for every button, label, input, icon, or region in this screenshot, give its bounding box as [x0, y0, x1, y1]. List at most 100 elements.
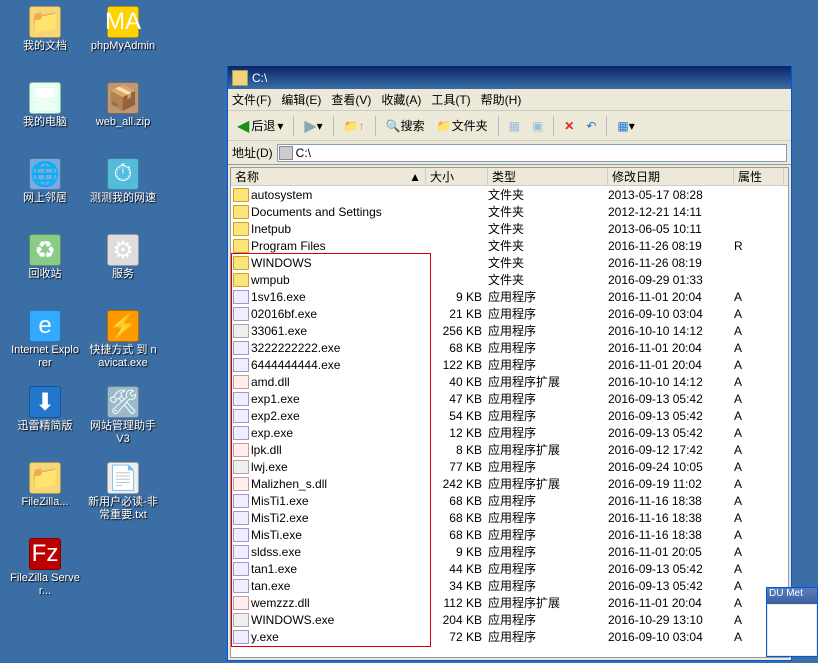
- address-bar: 地址(D): [228, 141, 791, 165]
- folder-icon: [233, 273, 249, 287]
- toolbar: ◀ 后退 ▾ ▶ ▾ 📁↑ 🔍 搜索 📁 文件夹 ▦: [228, 111, 791, 141]
- file-type: 应用程序: [488, 322, 608, 339]
- table-row[interactable]: 02016bf.exe21 KB应用程序2016-09-10 03:04A: [231, 305, 788, 322]
- file-type: 文件夹: [488, 186, 608, 203]
- delete-icon: ✕: [564, 119, 574, 133]
- table-row[interactable]: Inetpub文件夹2013-06-05 10:11: [231, 220, 788, 237]
- table-row[interactable]: MisTi2.exe68 KB应用程序2016-11-16 18:38A: [231, 509, 788, 526]
- col-date[interactable]: 修改日期: [608, 168, 734, 185]
- menu-item[interactable]: 收藏(A): [381, 91, 421, 108]
- table-row[interactable]: 3222222222.exe68 KB应用程序2016-11-01 20:04A: [231, 339, 788, 356]
- table-row[interactable]: Malizhen_s.dll242 KB应用程序扩展2016-09-19 11:…: [231, 475, 788, 492]
- folders-button[interactable]: 📁 文件夹: [432, 115, 493, 137]
- file-name: 3222222222.exe: [251, 341, 340, 355]
- file-size: 112 KB: [426, 596, 488, 610]
- table-row[interactable]: tan1.exe44 KB应用程序2016-09-13 05:42A: [231, 560, 788, 577]
- desktop-icon[interactable]: eInternet Explorer: [10, 310, 80, 370]
- file-date: 2016-11-16 18:38: [608, 528, 734, 542]
- table-row[interactable]: sldss.exe9 KB应用程序2016-11-01 20:05A: [231, 543, 788, 560]
- desktop-icon[interactable]: ⚡快捷方式 到 navicat.exe: [88, 310, 158, 370]
- table-row[interactable]: exp.exe12 KB应用程序2016-09-13 05:42A: [231, 424, 788, 441]
- table-row[interactable]: wemzzz.dll112 KB应用程序扩展2016-11-01 20:04A: [231, 594, 788, 611]
- file-type: 应用程序扩展: [488, 475, 608, 492]
- desktop-icon[interactable]: FzFileZilla Server...: [10, 538, 80, 598]
- col-attr[interactable]: 属性: [734, 168, 784, 185]
- desktop-icon[interactable]: MAphpMyAdmin: [88, 6, 158, 53]
- file-date: 2016-09-19 11:02: [608, 477, 734, 491]
- desktop-icon[interactable]: 🌐网上邻居: [10, 158, 80, 205]
- file-type: 应用程序扩展: [488, 441, 608, 458]
- menu-item[interactable]: 查看(V): [331, 91, 371, 108]
- copy-button[interactable]: ▣: [527, 115, 548, 137]
- file-type: 应用程序: [488, 288, 608, 305]
- move-button[interactable]: ▦: [504, 115, 525, 137]
- forward-button[interactable]: ▶ ▾: [299, 115, 327, 137]
- table-row[interactable]: Documents and Settings文件夹2012-12-21 14:1…: [231, 203, 788, 220]
- desktop-icon[interactable]: 📦web_all.zip: [88, 82, 158, 129]
- table-row[interactable]: tan.exe34 KB应用程序2016-09-13 05:42A: [231, 577, 788, 594]
- menu-item[interactable]: 工具(T): [431, 91, 470, 108]
- table-row[interactable]: amd.dll40 KB应用程序扩展2016-10-10 14:12A: [231, 373, 788, 390]
- table-row[interactable]: 6444444444.exe122 KB应用程序2016-11-01 20:04…: [231, 356, 788, 373]
- file-attr: A: [734, 324, 784, 338]
- views-button[interactable]: ▦ ▾: [612, 115, 639, 137]
- file-attr: A: [734, 358, 784, 372]
- back-button[interactable]: ◀ 后退 ▾: [232, 115, 288, 137]
- du-meter-window[interactable]: DU Met: [766, 587, 818, 657]
- table-row[interactable]: Program Files文件夹2016-11-26 08:19R: [231, 237, 788, 254]
- undo-button[interactable]: ↶: [581, 115, 601, 137]
- desktop-icon[interactable]: 📁FileZilla...: [10, 462, 80, 509]
- table-row[interactable]: autosystem文件夹2013-05-17 08:28: [231, 186, 788, 203]
- table-row[interactable]: wmpub文件夹2016-09-29 01:33: [231, 271, 788, 288]
- exe-icon: [233, 528, 249, 542]
- table-row[interactable]: MisTi.exe68 KB应用程序2016-11-16 18:38A: [231, 526, 788, 543]
- file-size: 9 KB: [426, 290, 488, 304]
- file-attr: R: [734, 239, 784, 253]
- file-name: Documents and Settings: [251, 205, 382, 219]
- file-type: 应用程序扩展: [488, 373, 608, 390]
- file-list-body[interactable]: autosystem文件夹2013-05-17 08:28Documents a…: [231, 186, 788, 645]
- search-button[interactable]: 🔍 搜索: [381, 115, 430, 137]
- table-row[interactable]: exp2.exe54 KB应用程序2016-09-13 05:42A: [231, 407, 788, 424]
- file-name: wemzzz.dll: [251, 596, 310, 610]
- menu-item[interactable]: 文件(F): [232, 91, 271, 108]
- delete-button[interactable]: ✕: [559, 115, 579, 137]
- desktop-icon[interactable]: 📁我的文档: [10, 6, 80, 53]
- table-row[interactable]: WINDOWS文件夹2016-11-26 08:19: [231, 254, 788, 271]
- table-row[interactable]: lpk.dll8 KB应用程序扩展2016-09-12 17:42A: [231, 441, 788, 458]
- col-name[interactable]: 名称▲: [231, 168, 426, 185]
- address-input[interactable]: [277, 144, 787, 162]
- desktop-icon[interactable]: ⚙服务: [88, 234, 158, 281]
- table-row[interactable]: y.exe72 KB应用程序2016-09-10 03:04A: [231, 628, 788, 645]
- file-type: 应用程序: [488, 305, 608, 322]
- table-row[interactable]: WINDOWS.exe204 KB应用程序2016-10-29 13:10A: [231, 611, 788, 628]
- table-row[interactable]: MisTi1.exe68 KB应用程序2016-11-16 18:38A: [231, 492, 788, 509]
- up-button[interactable]: 📁↑: [339, 115, 370, 137]
- desktop-icon[interactable]: ♻回收站: [10, 234, 80, 281]
- desktop-icon[interactable]: 🛠网站管理助手 V3: [88, 386, 158, 446]
- desktop-icon[interactable]: ⏱测测我的网速: [88, 158, 158, 205]
- file-date: 2016-11-01 20:05: [608, 545, 734, 559]
- table-row[interactable]: lwj.exe77 KB应用程序2016-09-24 10:05A: [231, 458, 788, 475]
- back-icon: ◀: [237, 116, 249, 136]
- titlebar[interactable]: C:\: [228, 66, 791, 89]
- desktop-icon[interactable]: 📄新用户必读-非常重要.txt: [88, 462, 158, 522]
- app-icon: Fz: [29, 538, 61, 570]
- file-size: 54 KB: [426, 409, 488, 423]
- menu-item[interactable]: 编辑(E): [281, 91, 321, 108]
- desktop-icon[interactable]: 🖥我的电脑: [10, 82, 80, 129]
- col-type[interactable]: 类型: [488, 168, 608, 185]
- table-row[interactable]: exp1.exe47 KB应用程序2016-09-13 05:42A: [231, 390, 788, 407]
- app-icon: ⚙: [107, 234, 139, 266]
- exe-icon: [233, 409, 249, 423]
- desktop-icon[interactable]: ⬇迅雷精简版: [10, 386, 80, 433]
- menu-item[interactable]: 帮助(H): [481, 91, 522, 108]
- file-type: 应用程序: [488, 407, 608, 424]
- file-date: 2016-11-01 20:04: [608, 341, 734, 355]
- file-type: 文件夹: [488, 254, 608, 271]
- file-name: WINDOWS.exe: [251, 613, 334, 627]
- file-date: 2016-09-10 03:04: [608, 307, 734, 321]
- table-row[interactable]: 33061.exe256 KB应用程序2016-10-10 14:12A: [231, 322, 788, 339]
- col-size[interactable]: 大小: [426, 168, 488, 185]
- table-row[interactable]: 1sv16.exe9 KB应用程序2016-11-01 20:04A: [231, 288, 788, 305]
